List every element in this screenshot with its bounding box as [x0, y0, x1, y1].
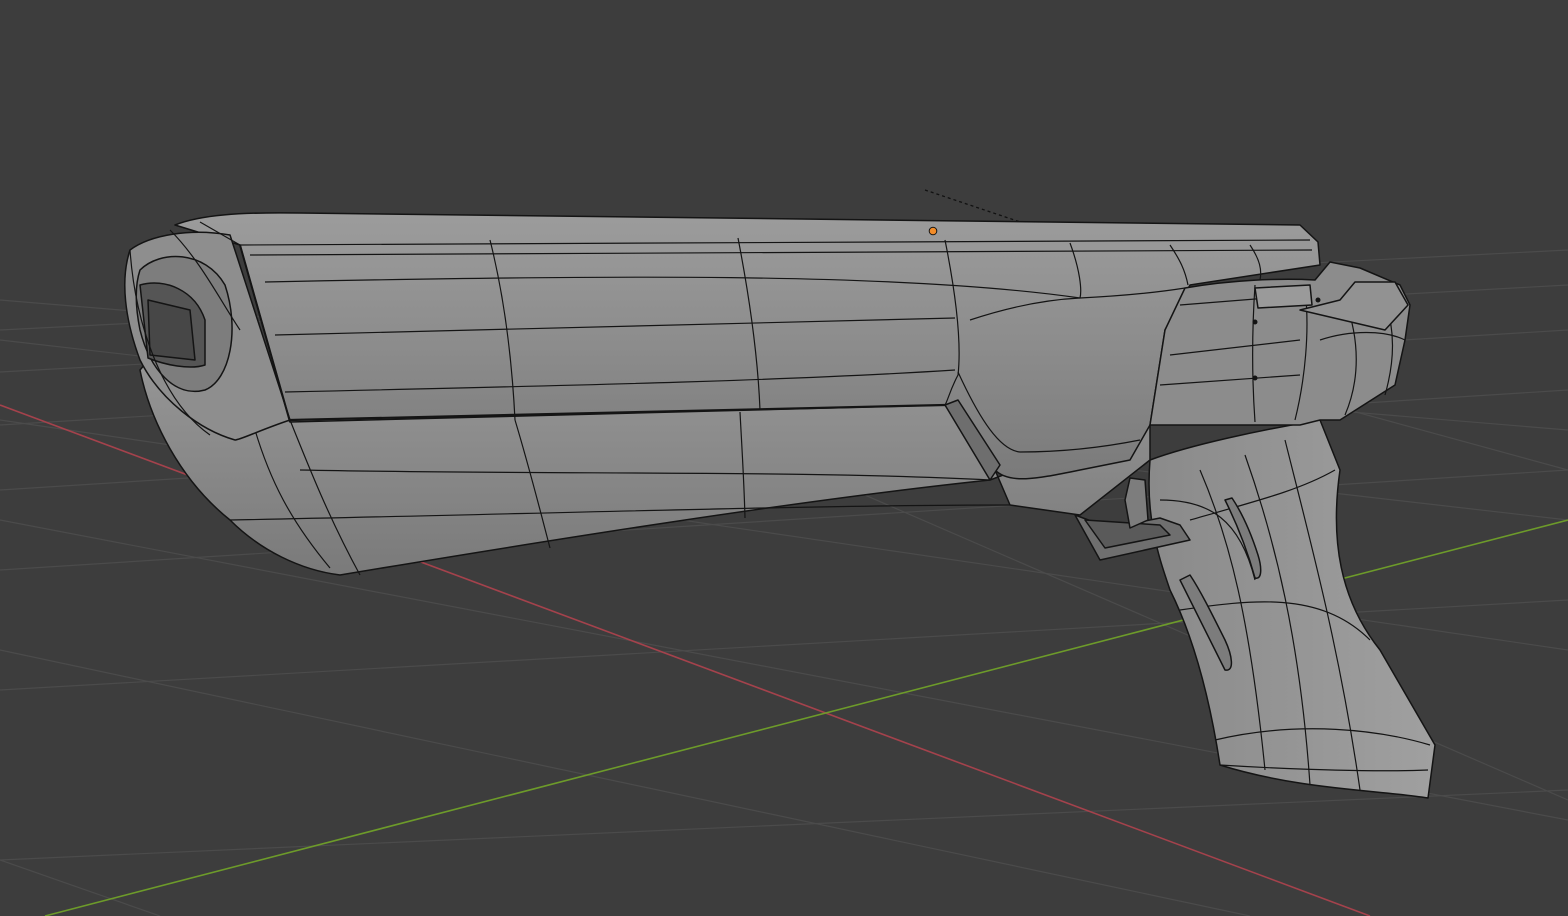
- grip[interactable]: [1148, 419, 1436, 799]
- object-origin-icon[interactable]: [928, 226, 938, 236]
- blaster-body-mesh[interactable]: [124, 212, 1436, 799]
- 3d-viewport[interactable]: [0, 0, 1568, 916]
- trigger[interactable]: [1124, 477, 1149, 529]
